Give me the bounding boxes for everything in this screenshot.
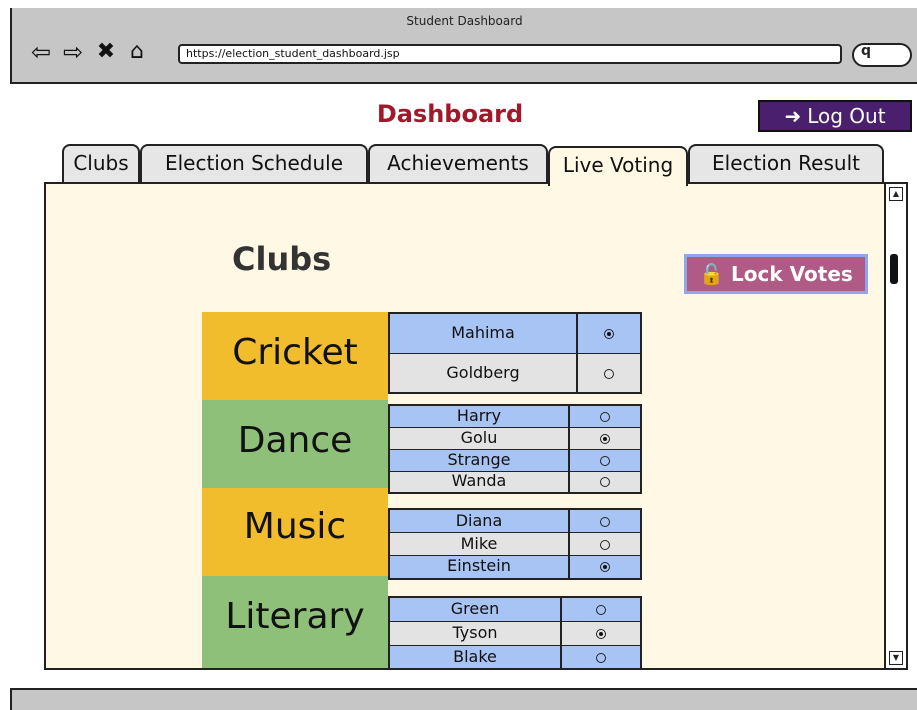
tab-clubs[interactable]: Clubs — [62, 144, 140, 182]
section-title: Clubs — [232, 240, 332, 278]
scroll-up-arrow-icon[interactable]: ▲ — [889, 187, 903, 201]
candidate-row[interactable]: Green — [390, 598, 640, 622]
candidate-name: Einstein — [390, 556, 570, 578]
vote-radio[interactable] — [596, 604, 606, 615]
back-arrow-icon[interactable]: ⇦ — [26, 38, 56, 66]
candidate-name: Mike — [390, 533, 570, 555]
unlock-icon: 🔓 — [699, 262, 725, 286]
stop-icon[interactable]: ✖ — [94, 38, 118, 66]
logout-label: Log Out — [807, 104, 886, 128]
candidate-row[interactable]: Golu — [390, 428, 640, 450]
vote-radio[interactable] — [600, 561, 610, 572]
candidate-row[interactable]: Strange — [390, 450, 640, 472]
window-title: Student Dashboard — [406, 14, 523, 28]
vote-radio[interactable] — [604, 368, 614, 379]
candidate-row[interactable]: Mike — [390, 533, 640, 556]
candidate-name: Diana — [390, 510, 570, 532]
literary-candidate-table: Green Tyson Blake — [388, 596, 642, 668]
tab-election-schedule[interactable]: Election Schedule — [140, 144, 368, 182]
vertical-scrollbar[interactable]: ▲ ▼ — [884, 184, 906, 668]
candidate-row[interactable]: Wanda — [390, 472, 640, 492]
vote-radio[interactable] — [600, 516, 610, 527]
vote-radio[interactable] — [604, 328, 614, 339]
live-voting-panel: Clubs 🔓 Lock Votes Cricket Dance Music L… — [44, 182, 908, 670]
url-field[interactable]: https://election_student_dashboard.jsp — [178, 44, 842, 64]
club-name-cricket: Cricket — [232, 332, 358, 373]
lock-votes-label: Lock Votes — [731, 262, 853, 286]
vote-radio[interactable] — [600, 411, 610, 422]
candidate-name: Golu — [390, 428, 570, 449]
candidate-name: Green — [390, 598, 562, 621]
scroll-down-arrow-icon[interactable]: ▼ — [889, 651, 903, 665]
candidate-name: Blake — [390, 646, 562, 668]
cricket-candidate-table: Mahima Goldberg — [388, 312, 642, 394]
forward-arrow-icon[interactable]: ⇨ — [58, 38, 88, 66]
vote-radio[interactable] — [600, 455, 610, 466]
tab-election-result[interactable]: Election Result — [688, 144, 884, 182]
status-bar — [10, 688, 917, 710]
music-candidate-table: Diana Mike Einstein — [388, 508, 642, 580]
browser-search[interactable]: q — [852, 43, 912, 67]
candidate-row[interactable]: Tyson — [390, 622, 640, 646]
candidate-row[interactable]: Harry — [390, 406, 640, 428]
tab-live-voting[interactable]: Live Voting — [548, 146, 688, 186]
club-name-music: Music — [243, 506, 347, 547]
vote-radio[interactable] — [596, 628, 606, 639]
page-title: Dashboard — [376, 100, 524, 128]
candidate-row[interactable]: Mahima — [390, 314, 640, 354]
club-name-literary: Literary — [225, 596, 365, 637]
candidate-row[interactable]: Blake — [390, 646, 640, 668]
candidate-name: Goldberg — [390, 354, 578, 392]
scroll-thumb[interactable] — [890, 254, 898, 284]
lock-votes-button[interactable]: 🔓 Lock Votes — [684, 254, 868, 294]
candidate-name: Tyson — [390, 622, 562, 645]
candidate-row[interactable]: Goldberg — [390, 354, 640, 392]
vote-radio[interactable] — [600, 476, 610, 487]
browser-toolbar: Student Dashboard ⇦ ⇨ ✖ ⌂ https://electi… — [10, 8, 917, 84]
logout-button[interactable]: ➜ Log Out — [758, 100, 912, 132]
logout-icon: ➜ — [784, 104, 802, 128]
candidate-name: Strange — [390, 450, 570, 471]
home-icon[interactable]: ⌂ — [122, 38, 152, 66]
candidate-name: Wanda — [390, 472, 570, 492]
candidate-row[interactable]: Diana — [390, 510, 640, 533]
vote-radio[interactable] — [600, 539, 610, 550]
vote-radio[interactable] — [600, 433, 610, 444]
tab-achievements[interactable]: Achievements — [368, 144, 548, 182]
vote-radio[interactable] — [596, 652, 606, 663]
club-name-dance: Dance — [237, 420, 353, 461]
candidate-name: Mahima — [390, 314, 578, 353]
candidate-name: Harry — [390, 406, 570, 427]
search-icon: q — [861, 43, 872, 59]
dance-candidate-table: Harry Golu Strange Wanda — [388, 404, 642, 494]
candidate-row[interactable]: Einstein — [390, 556, 640, 578]
